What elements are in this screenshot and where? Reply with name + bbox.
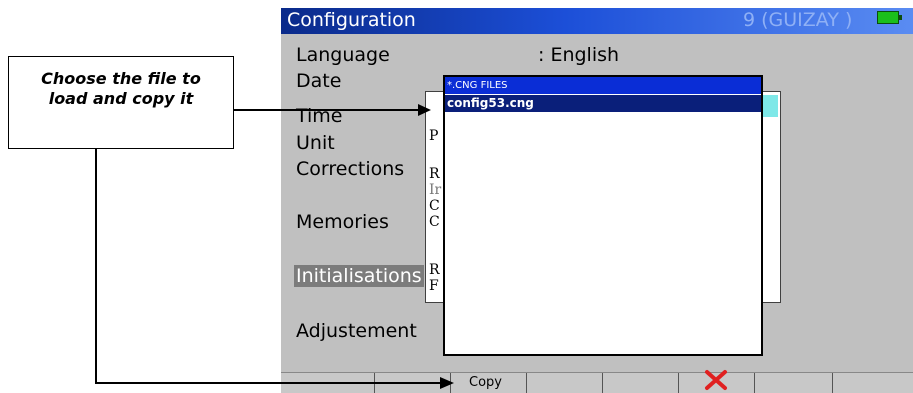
window-title: Configuration <box>287 9 416 31</box>
instruction-callout: Choose the file to load and copy it <box>8 56 234 149</box>
callout-text: Choose the file to load and copy it <box>9 69 233 109</box>
file-dialog-title: *.CNG FILES <box>445 77 761 94</box>
cancel-button[interactable] <box>679 370 755 393</box>
menu-item-date[interactable]: Date <box>296 70 341 92</box>
red-x-icon <box>705 370 727 390</box>
file-list-item[interactable]: config53.cng <box>445 95 761 112</box>
menu-item-unit[interactable]: Unit <box>296 132 335 154</box>
title-bar: Configuration 9 (GUIZAY ) <box>281 8 913 34</box>
copy-button[interactable]: Copy <box>451 373 527 393</box>
copy-button-label: Copy <box>469 375 502 390</box>
softkey-8[interactable] <box>833 373 913 393</box>
battery-icon <box>877 11 899 24</box>
submenu-letter: R <box>429 262 440 278</box>
menu-item-time[interactable]: Time <box>296 105 343 127</box>
status-text: 9 (GUIZAY ) <box>743 9 853 31</box>
softkey-5[interactable] <box>603 373 679 393</box>
softkey-bar: Copy <box>281 370 913 393</box>
submenu-letter: Ir <box>429 182 442 198</box>
submenu-letter: R <box>429 166 440 182</box>
file-dialog: *.CNG FILES config53.cng <box>443 75 763 356</box>
menu-item-adjustement[interactable]: Adjustement <box>296 320 417 342</box>
submenu-letter: F <box>429 278 439 294</box>
submenu-letter: C <box>429 214 440 230</box>
submenu-letter: P <box>429 128 439 144</box>
softkey-2[interactable] <box>375 373 451 393</box>
menu-item-initialisations[interactable]: Initialisations <box>294 265 424 287</box>
softkey-1[interactable] <box>281 373 375 393</box>
battery-tip <box>899 15 902 20</box>
submenu-highlight <box>762 95 778 117</box>
device-screen: Configuration 9 (GUIZAY ) Language : Eng… <box>281 8 913 393</box>
callout-line-2: load and copy it <box>48 89 194 108</box>
softkey-7[interactable] <box>755 373 833 393</box>
language-value: : English <box>538 44 620 66</box>
softkey-4[interactable] <box>527 373 603 393</box>
submenu-letter: C <box>429 198 440 214</box>
menu-item-language[interactable]: Language <box>296 44 390 66</box>
callout-line-1: Choose the file to <box>41 69 201 88</box>
menu-item-corrections[interactable]: Corrections <box>296 158 404 180</box>
menu-item-memories[interactable]: Memories <box>296 211 389 233</box>
